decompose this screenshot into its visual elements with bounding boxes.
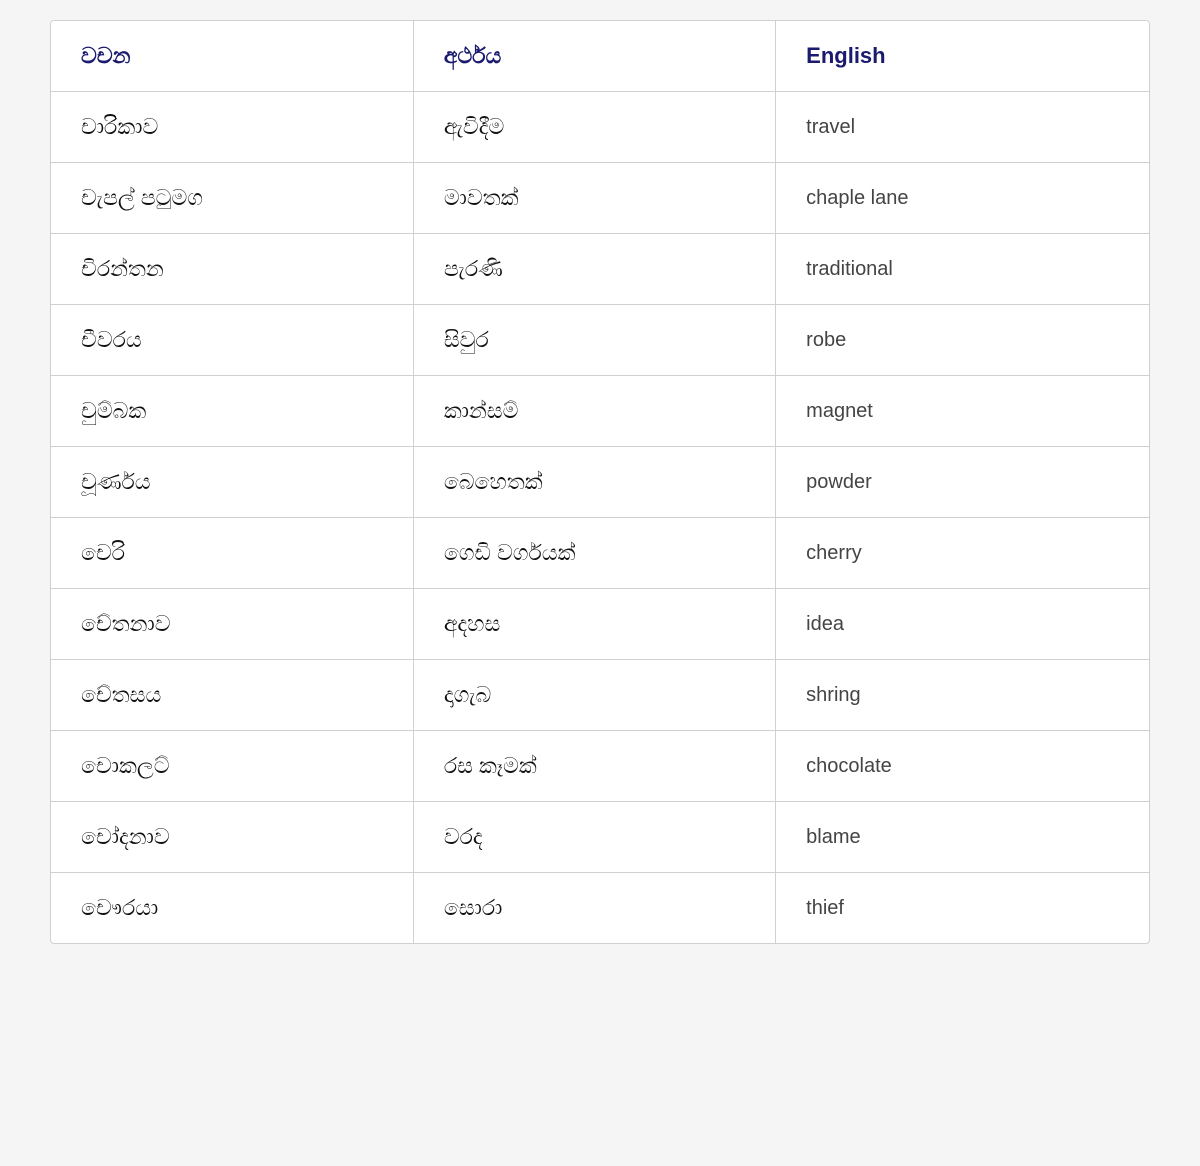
- cell-english: powder: [776, 447, 1149, 518]
- table-header-row: වචන අර්ථය English: [51, 21, 1149, 92]
- cell-sinhala: චෞරයා: [51, 873, 413, 944]
- cell-english: thief: [776, 873, 1149, 944]
- cell-english: traditional: [776, 234, 1149, 305]
- header-col3: English: [776, 21, 1149, 92]
- cell-meaning: බෙහෙතක්: [413, 447, 775, 518]
- cell-meaning: මාවතක්: [413, 163, 775, 234]
- cell-sinhala: චෙරි: [51, 518, 413, 589]
- vocabulary-table: වචන අර්ථය English චාරිකාවඇවිදීමtravelචැප…: [51, 21, 1149, 943]
- table-row: චේතනාවඅදහසidea: [51, 589, 1149, 660]
- cell-meaning: කාන්සම්: [413, 376, 775, 447]
- table-row: චෞරයාසොරාthief: [51, 873, 1149, 944]
- cell-meaning: අදහස: [413, 589, 775, 660]
- cell-sinhala: චාරිකාව: [51, 92, 413, 163]
- cell-sinhala: චිරන්තන: [51, 234, 413, 305]
- table-row: චෙරිගෙඩි වර්ගයක්cherry: [51, 518, 1149, 589]
- cell-sinhala: චීවරය: [51, 305, 413, 376]
- table-row: චොකලට්රස කෑමක්chocolate: [51, 731, 1149, 802]
- cell-sinhala: චේතසය: [51, 660, 413, 731]
- table-row: චේතසයදාගැබshring: [51, 660, 1149, 731]
- cell-english: magnet: [776, 376, 1149, 447]
- table-row: චීවරයසිවුරrobe: [51, 305, 1149, 376]
- cell-english: chocolate: [776, 731, 1149, 802]
- cell-meaning: සිවුර: [413, 305, 775, 376]
- table-row: චිරන්තනපැරණිtraditional: [51, 234, 1149, 305]
- cell-meaning: රස කෑමක්: [413, 731, 775, 802]
- cell-sinhala: චැපල් පටුමග: [51, 163, 413, 234]
- table-row: චුම්බකකාන්සම්magnet: [51, 376, 1149, 447]
- cell-english: blame: [776, 802, 1149, 873]
- table-row: චෝදනාවවරදblame: [51, 802, 1149, 873]
- cell-sinhala: චේතනාව: [51, 589, 413, 660]
- cell-english: robe: [776, 305, 1149, 376]
- header-col1: වචන: [51, 21, 413, 92]
- cell-english: travel: [776, 92, 1149, 163]
- cell-meaning: දාගැබ: [413, 660, 775, 731]
- cell-meaning: ගෙඩි වර්ගයක්: [413, 518, 775, 589]
- cell-meaning: ඇවිදීම: [413, 92, 775, 163]
- cell-english: cherry: [776, 518, 1149, 589]
- cell-sinhala: චූර්ණය: [51, 447, 413, 518]
- table-row: චූර්ණයබෙහෙතක්powder: [51, 447, 1149, 518]
- cell-english: chaple lane: [776, 163, 1149, 234]
- cell-sinhala: චුම්බක: [51, 376, 413, 447]
- table-row: චාරිකාවඇවිදීමtravel: [51, 92, 1149, 163]
- cell-english: shring: [776, 660, 1149, 731]
- header-col2: අර්ථය: [413, 21, 775, 92]
- cell-english: idea: [776, 589, 1149, 660]
- main-table-container: වචන අර්ථය English චාරිකාවඇවිදීමtravelචැප…: [50, 20, 1150, 944]
- cell-meaning: වරද: [413, 802, 775, 873]
- cell-meaning: සොරා: [413, 873, 775, 944]
- table-row: චැපල් පටුමගමාවතක්chaple lane: [51, 163, 1149, 234]
- cell-meaning: පැරණි: [413, 234, 775, 305]
- cell-sinhala: චොකලට්: [51, 731, 413, 802]
- cell-sinhala: චෝදනාව: [51, 802, 413, 873]
